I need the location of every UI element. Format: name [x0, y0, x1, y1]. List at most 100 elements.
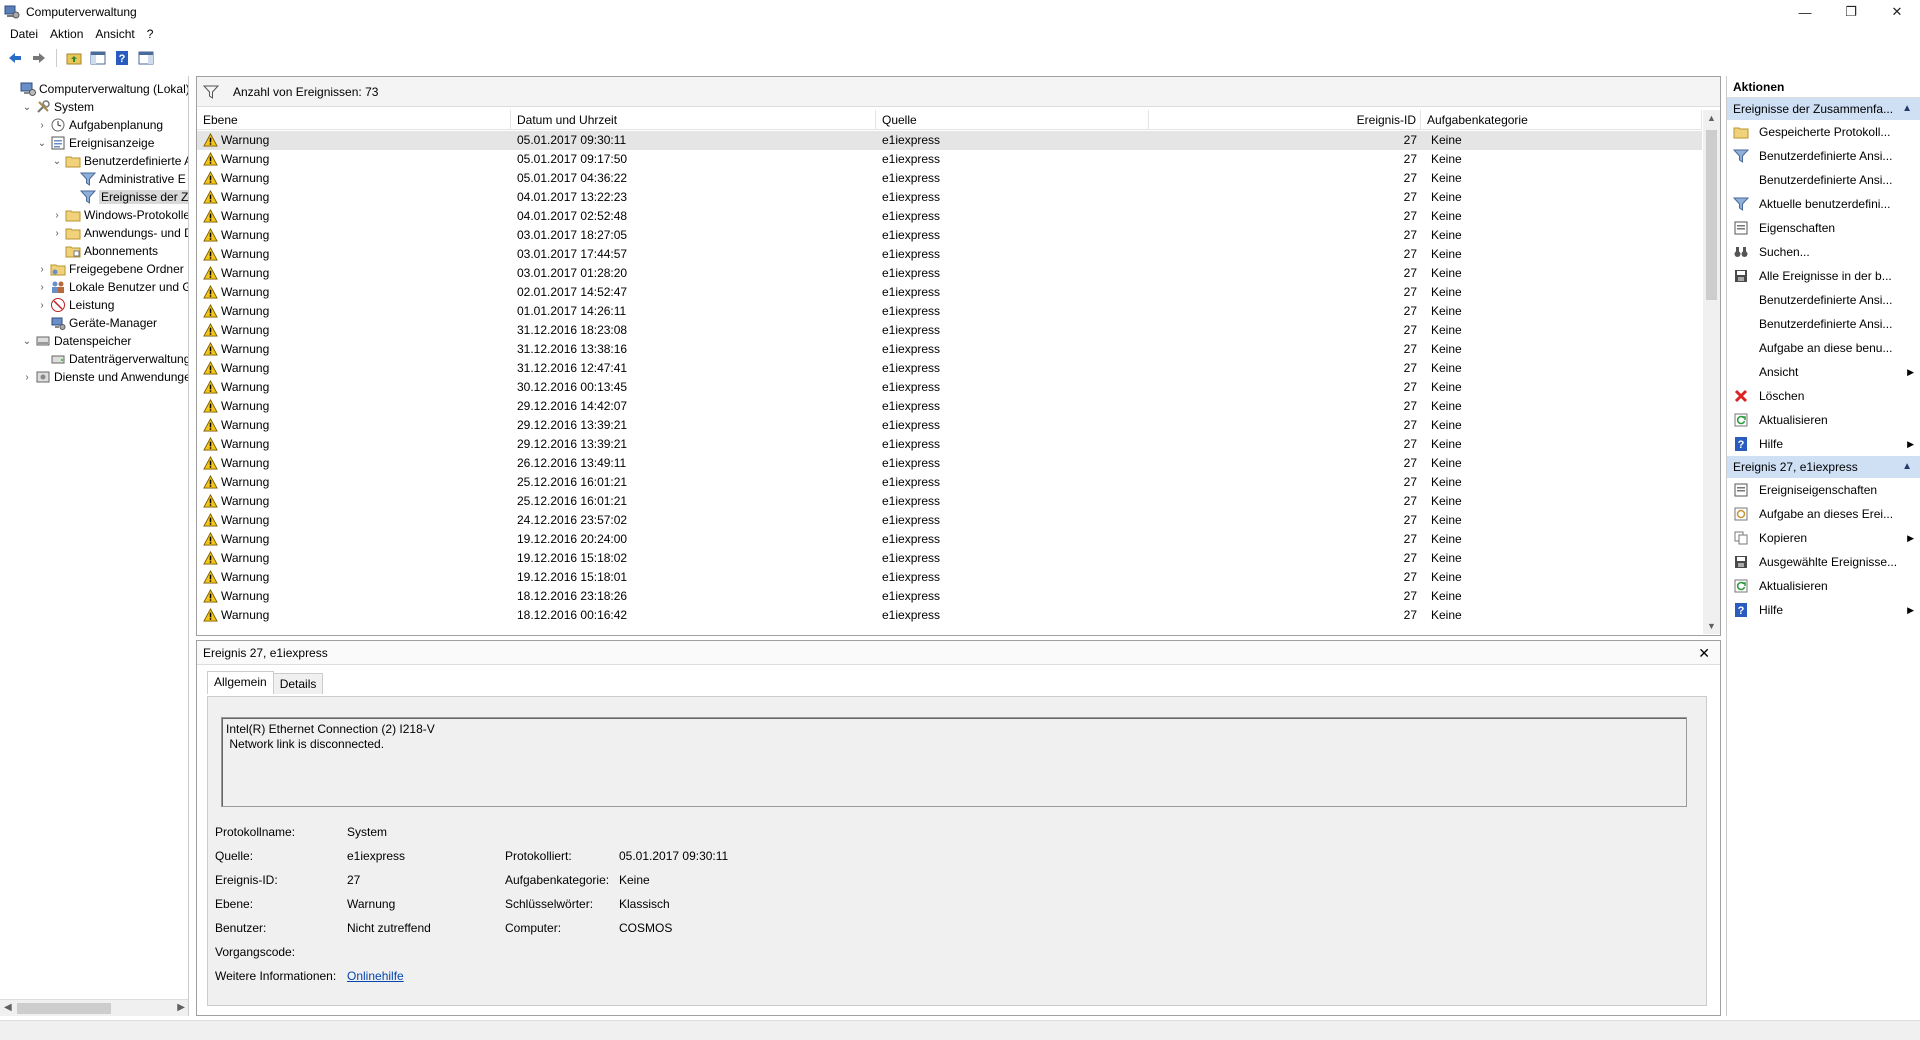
show-hide-action-pane-button[interactable] [135, 47, 157, 69]
show-hide-tree-button[interactable] [87, 47, 109, 69]
table-row[interactable]: Warnung 05.01.2017 04:36:22 e1iexpress 27 Ke… [197, 169, 1702, 188]
action-item[interactable]: ? Hilfe ▶ [1727, 432, 1920, 456]
collapse-icon[interactable]: ▲ [1902, 98, 1912, 120]
tree-item[interactable]: › Aufgabenplanung [36, 116, 163, 134]
expand-arrow-icon[interactable]: › [36, 263, 48, 275]
table-row[interactable]: Warnung 05.01.2017 09:17:50 e1iexpress 27 Ke… [197, 150, 1702, 169]
scroll-left-icon[interactable]: ◀ [4, 1002, 12, 1013]
actions-section-view[interactable]: Ereignisse der Zusammenfa... ▲ [1727, 98, 1920, 120]
action-item[interactable]: Ausgewählte Ereignisse... [1727, 550, 1920, 574]
table-row[interactable]: Warnung 25.12.2016 16:01:21 e1iexpress 27 Ke… [197, 492, 1702, 511]
column-ebene[interactable]: Ebene [197, 110, 511, 130]
column-aufgabenkategorie[interactable]: Aufgabenkategorie [1421, 110, 1702, 130]
table-row[interactable]: Warnung 31.12.2016 18:23:08 e1iexpress 27 Ke… [197, 321, 1702, 340]
action-item[interactable]: Aktualisieren [1727, 408, 1920, 432]
table-row[interactable]: Warnung 24.12.2016 23:57:02 e1iexpress 27 Ke… [197, 511, 1702, 530]
table-row[interactable]: Warnung 19.12.2016 15:18:01 e1iexpress 27 Ke… [197, 568, 1702, 587]
table-row[interactable]: Warnung 19.12.2016 15:18:02 e1iexpress 27 Ke… [197, 549, 1702, 568]
action-item[interactable]: ? Hilfe ▶ [1727, 598, 1920, 622]
table-row[interactable]: Warnung 19.12.2016 20:24:00 e1iexpress 27 Ke… [197, 530, 1702, 549]
tree-item[interactable]: › Windows-Protokolle [51, 206, 188, 224]
tree-item[interactable]: ⌄ Ereignisanzeige [36, 134, 155, 152]
table-row[interactable]: Warnung 26.12.2016 13:49:11 e1iexpress 27 Ke… [197, 454, 1702, 473]
action-item[interactable]: Benutzerdefinierte Ansi... [1727, 312, 1920, 336]
table-row[interactable]: Warnung 30.12.2016 00:13:45 e1iexpress 27 Ke… [197, 378, 1702, 397]
table-row[interactable]: Warnung 04.01.2017 13:22:23 e1iexpress 27 Ke… [197, 188, 1702, 207]
menu-datei[interactable]: Datei [4, 27, 44, 41]
table-row[interactable]: Warnung 18.12.2016 23:18:26 e1iexpress 27 Ke… [197, 587, 1702, 606]
back-button[interactable] [4, 47, 26, 69]
menu-ansicht[interactable]: Ansicht [89, 27, 140, 41]
table-row[interactable]: Warnung 03.01.2017 01:28:20 e1iexpress 27 Ke… [197, 264, 1702, 283]
tree-item[interactable]: › Leistung [36, 296, 114, 314]
online-help-link[interactable]: Onlinehilfe [347, 969, 404, 983]
collapse-arrow-icon[interactable]: ⌄ [51, 155, 63, 167]
table-row[interactable]: Warnung 01.01.2017 14:26:11 e1iexpress 27 Ke… [197, 302, 1702, 321]
table-row[interactable]: Warnung 29.12.2016 13:39:21 e1iexpress 27 Ke… [197, 435, 1702, 454]
restore-button[interactable]: ❐ [1828, 0, 1874, 24]
collapse-arrow-icon[interactable]: ⌄ [21, 101, 33, 113]
action-item[interactable]: Aufgabe an diese benu... [1727, 336, 1920, 360]
actions-section-event[interactable]: Ereignis 27, e1iexpress ▲ [1727, 456, 1920, 478]
column-ereignis-id[interactable]: Ereignis-ID [1149, 110, 1421, 130]
table-row[interactable]: Warnung 31.12.2016 12:47:41 e1iexpress 27 Ke… [197, 359, 1702, 378]
tree-item[interactable]: › Anwendungs- und D [51, 224, 188, 242]
table-row[interactable]: Warnung 03.01.2017 18:27:05 e1iexpress 27 Ke… [197, 226, 1702, 245]
tab-details[interactable]: Details [272, 673, 324, 694]
help-toolbar-button[interactable]: ? [111, 47, 133, 69]
collapse-icon[interactable]: ▲ [1902, 456, 1912, 478]
scroll-up-icon[interactable]: ▲ [1707, 113, 1716, 123]
tree-item[interactable]: Abonnements [51, 242, 158, 260]
expand-arrow-icon[interactable]: › [51, 227, 63, 239]
close-detail-icon[interactable]: ✕ [1698, 645, 1710, 662]
tree-horizontal-scrollbar[interactable]: ◀ ▶ [0, 999, 188, 1016]
tab-allgemein[interactable]: Allgemein [207, 671, 274, 694]
tree-item[interactable]: Administrative E [66, 170, 186, 188]
collapse-arrow-icon[interactable]: ⌄ [21, 335, 33, 347]
action-item[interactable]: Benutzerdefinierte Ansi... [1727, 144, 1920, 168]
tree-item[interactable]: ⌄ Benutzerdefinierte A [51, 152, 188, 170]
expand-arrow-icon[interactable]: › [36, 299, 48, 311]
action-item[interactable]: Eigenschaften [1727, 216, 1920, 240]
action-item[interactable]: Aufgabe an dieses Erei... [1727, 502, 1920, 526]
tree-item[interactable]: Computerverwaltung (Lokal) [6, 80, 188, 98]
action-item[interactable]: Benutzerdefinierte Ansi... [1727, 168, 1920, 192]
tree-item[interactable]: › Lokale Benutzer und Gr [36, 278, 188, 296]
action-item[interactable]: Kopieren ▶ [1727, 526, 1920, 550]
close-button[interactable]: ✕ [1874, 0, 1920, 24]
action-item[interactable]: Ansicht ▶ [1727, 360, 1920, 384]
minimize-button[interactable]: — [1782, 0, 1828, 24]
tree-item[interactable]: › Freigegebene Ordner [36, 260, 183, 278]
scroll-down-icon[interactable]: ▼ [1707, 621, 1716, 631]
action-item[interactable]: Aktuelle benutzerdefini... [1727, 192, 1920, 216]
table-row[interactable]: Warnung 02.01.2017 14:52:47 e1iexpress 27 Ke… [197, 283, 1702, 302]
column-quelle[interactable]: Quelle [876, 110, 1149, 130]
menu-help[interactable]: ? [141, 27, 160, 41]
expand-arrow-icon[interactable]: › [21, 371, 33, 383]
action-item[interactable]: Suchen... [1727, 240, 1920, 264]
expand-arrow-icon[interactable]: › [51, 209, 63, 221]
tree-item[interactable]: Datenträgerverwaltung [36, 350, 188, 368]
up-level-button[interactable] [63, 47, 85, 69]
action-item[interactable]: Alle Ereignisse in der b... [1727, 264, 1920, 288]
grid-vertical-scrollbar[interactable]: ▲ ▼ [1703, 110, 1720, 634]
value-protokolliert[interactable]: 05.01.2017 09:30:11 [619, 849, 728, 863]
event-message[interactable]: Intel(R) Ethernet Connection (2) I218-V … [221, 717, 1687, 807]
table-row[interactable]: Warnung 31.12.2016 13:38:16 e1iexpress 27 Ke… [197, 340, 1702, 359]
action-item[interactable]: Gespeicherte Protokoll... [1727, 120, 1920, 144]
collapse-arrow-icon[interactable]: ⌄ [36, 137, 48, 149]
expand-arrow-icon[interactable]: › [36, 281, 48, 293]
scrollbar-thumb[interactable] [17, 1003, 111, 1014]
table-row[interactable]: Warnung 29.12.2016 13:39:21 e1iexpress 27 Ke… [197, 416, 1702, 435]
action-item[interactable]: Benutzerdefinierte Ansi... [1727, 288, 1920, 312]
expand-arrow-icon[interactable]: › [36, 119, 48, 131]
table-row[interactable]: Warnung 29.12.2016 14:42:07 e1iexpress 27 Ke… [197, 397, 1702, 416]
action-item[interactable]: Löschen [1727, 384, 1920, 408]
tree-item[interactable]: ⌄ Datenspeicher [21, 332, 132, 350]
action-item[interactable]: Ereigniseigenschaften [1727, 478, 1920, 502]
action-item[interactable]: Aktualisieren [1727, 574, 1920, 598]
scroll-right-icon[interactable]: ▶ [177, 1002, 185, 1013]
table-row[interactable]: Warnung 18.12.2016 00:16:42 e1iexpress 27 Ke… [197, 606, 1702, 625]
table-row[interactable]: Warnung 03.01.2017 17:44:57 e1iexpress 27 Ke… [197, 245, 1702, 264]
column-datum[interactable]: Datum und Uhrzeit [511, 110, 876, 130]
